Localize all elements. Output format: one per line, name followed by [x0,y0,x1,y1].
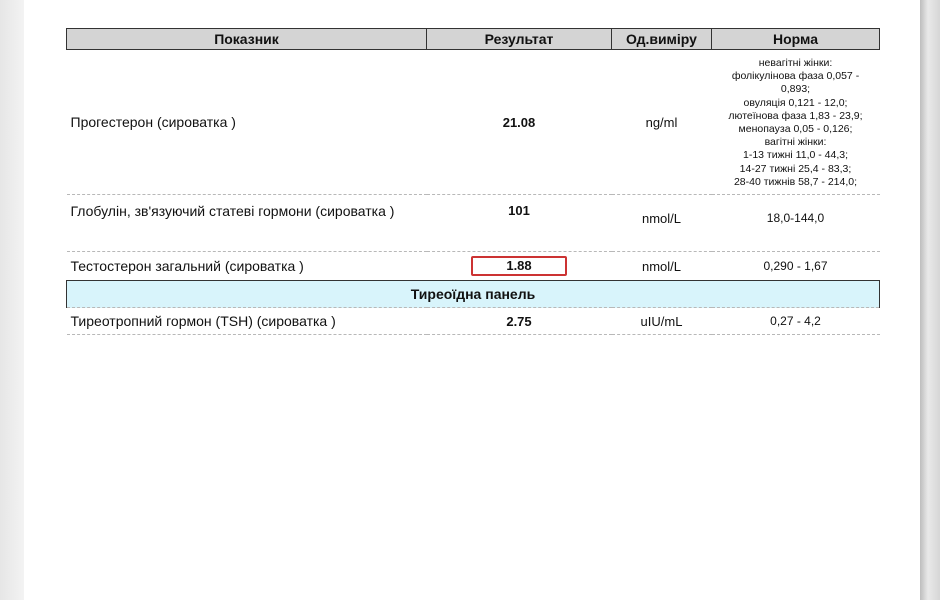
norm-line: фолікулінова фаза 0,057 - [731,70,860,83]
test-name: Глобулін, зв'язуючий статеві гормони (си… [66,194,427,252]
test-result: 101 [426,194,612,252]
norm-line: невагітні жінки: [758,56,833,69]
section-title: Тиреоїдна панель [66,280,880,308]
page-edge-shadow [920,0,940,600]
norm-line: 1-13 тижні 11,0 - 44,3; [742,149,849,162]
table-row-testosterone: Тестостерон загальний (сироватка ) 1.88 … [66,251,880,281]
test-unit: ng/ml [611,49,712,195]
test-norm: 18,0-144,0 [711,194,880,252]
test-result: 21.08 [426,49,612,195]
test-unit: uIU/mL [611,307,712,335]
norm-line: овуляція 0,121 - 12,0; [743,96,848,109]
table-header-row: Показник Результат Од.виміру Норма [66,28,880,50]
test-name: Тиреотропний гормон (TSH) (сироватка ) [66,307,427,335]
test-unit: nmol/L [611,251,712,281]
table-row-progesterone: Прогестерон (сироватка ) 21.08 ng/ml нев… [66,49,880,195]
test-result: 2.75 [426,307,612,335]
out-of-range-result: 1.88 [471,256,567,276]
test-norm: невагітні жінки: фолікулінова фаза 0,057… [711,49,880,195]
norm-line: 0,893; [780,83,811,96]
test-unit: nmol/L [611,194,712,252]
norm-line: 14-27 тижні 25,4 - 83,3; [739,162,852,175]
norm-line: менопауза 0,05 - 0,126; [738,123,853,135]
norm-line: 28-40 тижнів 58,7 - 214,0; [733,175,858,188]
norm-reference-list: невагітні жінки: фолікулінова фаза 0,057… [716,53,876,191]
table-row-tsh: Тиреотропний гормон (TSH) (сироватка ) 2… [66,307,880,335]
test-result-cell: 1.88 [426,251,612,281]
section-header-row: Тиреоїдна панель [66,280,880,308]
lab-results-table: Показник Результат Од.виміру Норма Проге… [66,28,880,335]
header-norm: Норма [711,28,880,50]
header-result: Результат [426,28,612,50]
page-left-margin [0,0,24,600]
test-norm: 0,27 - 4,2 [711,307,880,335]
norm-line: лютеїнова фаза 1,83 - 23,9; [728,109,863,122]
norm-line: вагітні жінки: [764,136,827,149]
test-norm: 0,290 - 1,67 [711,251,880,281]
test-name: Прогестерон (сироватка ) [66,49,427,195]
test-name: Тестостерон загальний (сироватка ) [66,251,427,281]
header-indicator: Показник [66,28,427,50]
table-row-shbg: Глобулін, зв'язуючий статеві гормони (си… [66,194,880,252]
header-unit: Од.виміру [611,28,712,50]
